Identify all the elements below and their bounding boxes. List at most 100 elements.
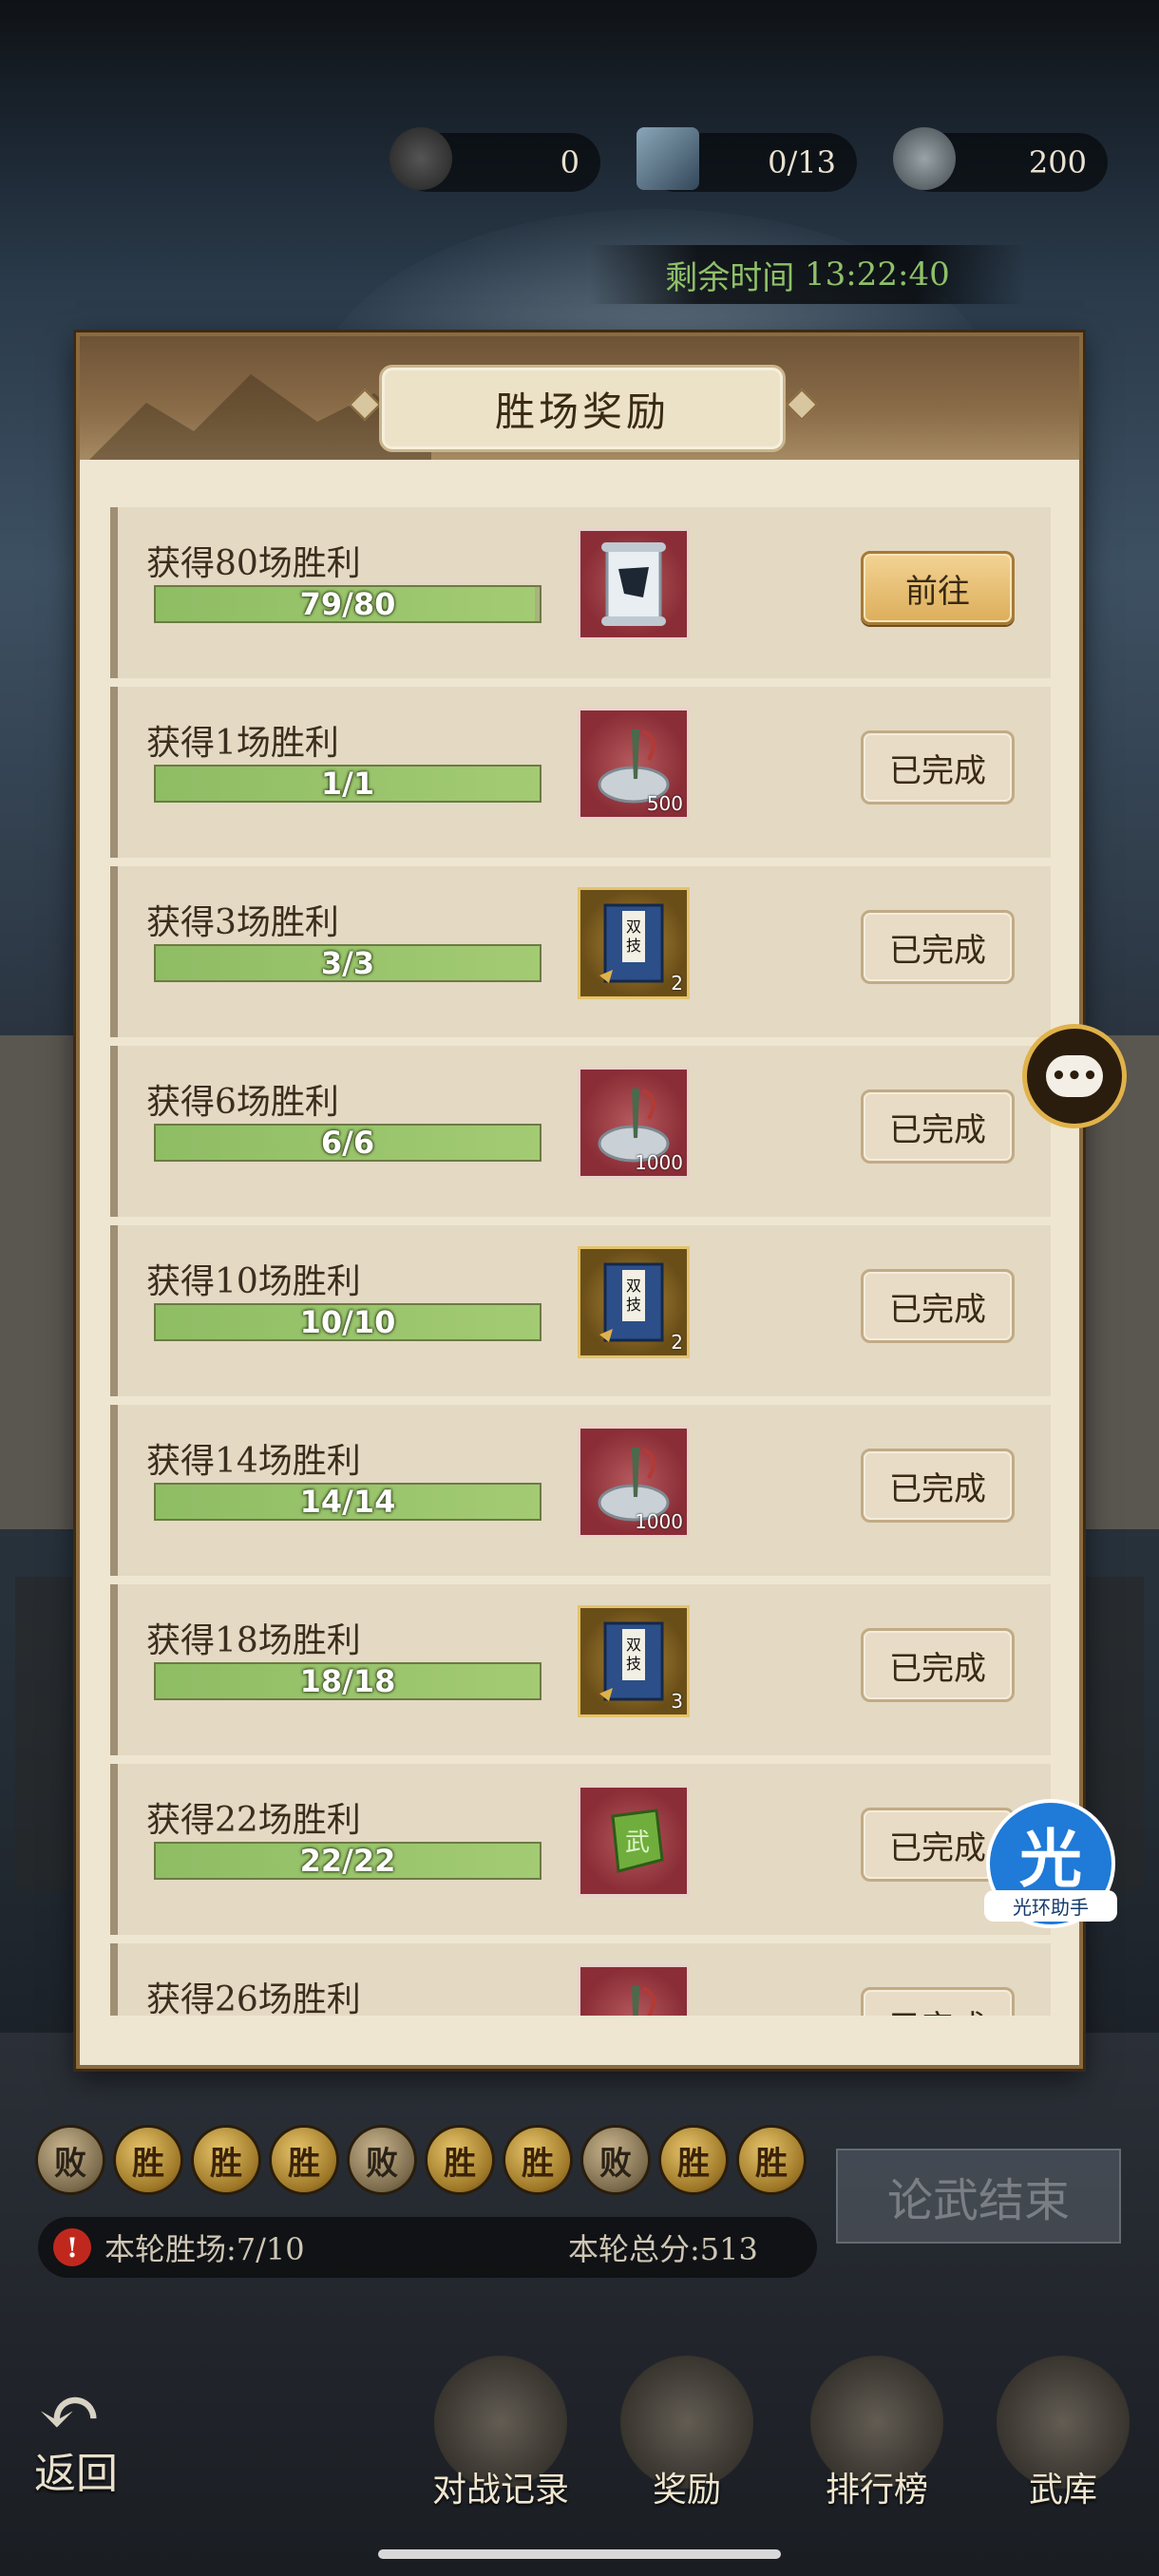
silver-ingot-icon[interactable]: 500: [578, 708, 690, 820]
silver-ingot-icon[interactable]: 1000: [578, 1067, 690, 1179]
back-label: 返回: [34, 2450, 118, 2498]
progress-bar: 18/18: [154, 1662, 542, 1700]
nav-armory[interactable]: 武库: [992, 2356, 1134, 2517]
progress-text: 79/80: [299, 586, 396, 622]
reward-list[interactable]: 获得80场胜利 79/80 前往 获得1场胜利 1/1 500 已完成 获得3场胜利 3/3 双技…: [110, 507, 1051, 2016]
background-side-left: [15, 1577, 72, 1890]
reward-condition: 获得1场胜利: [146, 724, 339, 763]
flask-icon: [893, 127, 956, 190]
svg-text:技: 技: [626, 1296, 641, 1314]
result-win-badge: 胜: [116, 2128, 180, 2192]
scroll-icon[interactable]: [578, 528, 690, 640]
completed-button[interactable]: 已完成: [861, 730, 1015, 805]
result-win-badge: 胜: [739, 2128, 804, 2192]
item-quantity: 1000: [635, 1151, 683, 1174]
progress-bar: 14/14: [154, 1483, 542, 1521]
timer-value: 13:22:40: [805, 256, 950, 294]
item-quantity: 2: [671, 972, 683, 994]
progress-text: 18/18: [299, 1663, 396, 1699]
title-ornament-right: [786, 388, 818, 421]
completed-button[interactable]: 已完成: [861, 1628, 1015, 1702]
progress-text: 6/6: [320, 1125, 375, 1161]
svg-text:双: 双: [626, 1277, 641, 1295]
remaining-time: 剩余时间 13:22:40: [589, 245, 1026, 304]
chat-button[interactable]: •••: [1022, 1024, 1127, 1128]
jade-token-icon[interactable]: 武: [578, 1785, 690, 1897]
assistant-float-button[interactable]: 光 光环助手: [984, 1799, 1117, 1928]
progress-text: 14/14: [299, 1484, 396, 1520]
timer-label: 剩余时间: [665, 258, 795, 297]
coin-value: 0: [560, 144, 580, 180]
result-loss-badge: 败: [583, 2128, 648, 2192]
reward-condition: 获得26场胜利: [146, 1980, 361, 2016]
silver-ingot-icon[interactable]: [578, 1964, 690, 2016]
reward-row: 获得18场胜利 18/18 双技 3 已完成: [110, 1584, 1051, 1755]
assistant-label: 光环助手: [984, 1890, 1117, 1922]
back-button[interactable]: ↶ 返回: [28, 2375, 152, 2508]
manual-book-icon[interactable]: 双技 2: [578, 1246, 690, 1358]
nav-rewards[interactable]: 奖励: [616, 2356, 758, 2517]
reward-row: 获得10场胜利 10/10 双技 2 已完成: [110, 1225, 1051, 1396]
stamina-value: 200: [1028, 144, 1087, 180]
svg-text:技: 技: [626, 1655, 641, 1673]
nav-label: 排行榜: [825, 2471, 928, 2510]
svg-text:双: 双: [626, 918, 641, 936]
reward-row: 获得6场胜利 6/6 1000 已完成: [110, 1046, 1051, 1217]
completed-button[interactable]: 已完成: [861, 1089, 1015, 1164]
completed-button[interactable]: 已完成: [861, 1449, 1015, 1523]
completed-button[interactable]: 已完成: [861, 910, 1015, 984]
result-win-badge: 胜: [428, 2128, 492, 2192]
item-quantity: 500: [646, 792, 683, 815]
round-wins: 本轮胜场:7/10: [104, 2231, 305, 2267]
go-button[interactable]: 前往: [861, 551, 1015, 625]
nav-label: 对战记录: [431, 2471, 569, 2510]
progress-text: 3/3: [320, 945, 375, 981]
coin-icon: [390, 127, 452, 190]
home-indicator[interactable]: [378, 2549, 781, 2559]
manual-book-icon[interactable]: 双技 3: [578, 1605, 690, 1717]
result-win-badge: 胜: [505, 2128, 570, 2192]
manual-book-icon[interactable]: 双技 2: [578, 887, 690, 999]
nav-leaderboard[interactable]: 排行榜: [806, 2356, 948, 2517]
result-loss-badge: 败: [38, 2128, 103, 2192]
reward-row: 获得14场胜利 14/14 1000 已完成: [110, 1405, 1051, 1576]
item-quantity: 1000: [635, 1510, 683, 1533]
dialog-header: 胜场奖励: [80, 336, 1079, 460]
progress-bar: 3/3: [154, 944, 542, 982]
dialog-title: 胜场奖励: [379, 365, 786, 452]
result-win-badge: 胜: [661, 2128, 726, 2192]
chat-bubble-icon: •••: [1046, 1055, 1103, 1097]
ticket-icon: [636, 127, 699, 190]
item-quantity: 2: [671, 1331, 683, 1354]
progress-bar: 6/6: [154, 1124, 542, 1162]
svg-text:武: 武: [625, 1828, 650, 1857]
svg-text:双: 双: [626, 1636, 641, 1654]
progress-bar: 10/10: [154, 1303, 542, 1341]
coin-counter: 0: [390, 127, 600, 192]
reward-row: 获得80场胜利 79/80 前往: [110, 507, 1051, 678]
result-loss-badge: 败: [350, 2128, 414, 2192]
reward-condition: 获得22场胜利: [146, 1801, 361, 1840]
nav-label: 奖励: [652, 2471, 721, 2510]
item-quantity: 3: [671, 1690, 683, 1713]
assistant-glyph: 光: [1019, 1822, 1082, 1896]
svg-text:技: 技: [626, 937, 641, 955]
warning-icon[interactable]: !: [53, 2228, 91, 2266]
reward-row: 获得22场胜利 22/22 武已完成: [110, 1764, 1051, 1935]
match-results: 败胜胜胜败胜胜败胜胜: [38, 2128, 804, 2192]
nav-label: 武库: [1028, 2471, 1097, 2510]
silver-ingot-icon[interactable]: 1000: [578, 1426, 690, 1538]
progress-text: 10/10: [299, 1304, 396, 1340]
result-win-badge: 胜: [194, 2128, 258, 2192]
progress-bar: 79/80: [154, 585, 542, 623]
stamina-counter: 200: [893, 127, 1108, 192]
reward-condition: 获得3场胜利: [146, 903, 339, 942]
completed-button[interactable]: 已完成: [861, 1987, 1015, 2016]
nav-battle-record[interactable]: 对战记录: [429, 2356, 572, 2517]
completed-button[interactable]: 已完成: [861, 1269, 1015, 1343]
end-tournament-button[interactable]: 论武结束: [836, 2149, 1121, 2244]
progress-text: 1/1: [320, 766, 375, 802]
reward-row: 获得3场胜利 3/3 双技 2 已完成: [110, 866, 1051, 1037]
reward-condition: 获得80场胜利: [146, 544, 361, 583]
progress-bar: 1/1: [154, 765, 542, 803]
